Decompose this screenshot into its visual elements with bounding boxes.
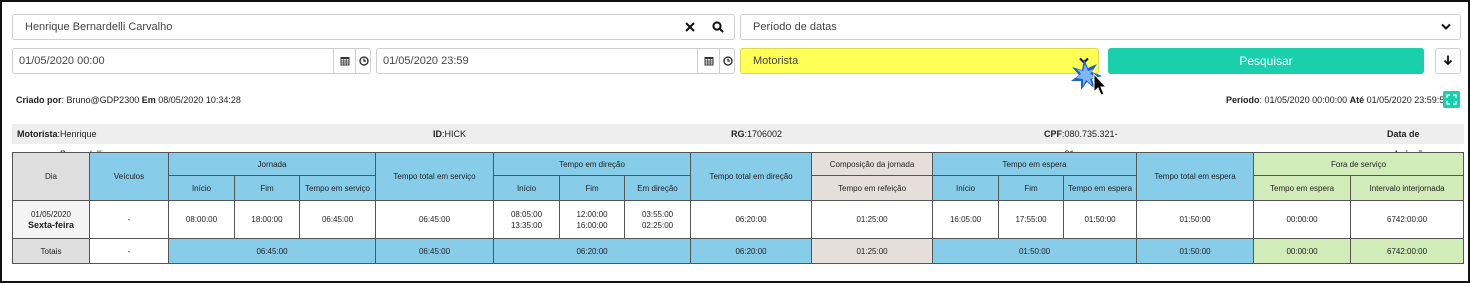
driver-info-bar: Motorista: Henrique Bernardelli Carvalho… <box>12 124 1464 179</box>
cell-day: 01/05/2020 Sexta-feira <box>12 200 90 239</box>
calendar-icon[interactable] <box>334 49 356 73</box>
role-select-value: Motorista <box>753 55 799 67</box>
created-info: Criado por: Bruno@GDP2300 Em 08/05/2020 … <box>16 95 241 105</box>
header-jornada-fim: Fim <box>234 175 300 201</box>
person-search-field[interactable]: Henrique Bernardelli Carvalho <box>12 14 735 40</box>
start-datetime-value: 01/05/2020 00:00 <box>19 55 105 67</box>
header-jornada-inicio: Início <box>168 175 235 201</box>
totals-total-servico: 06:45:00 <box>375 238 495 264</box>
arrow-down-icon <box>1443 55 1453 66</box>
header-espera-inicio: Início <box>932 175 1000 201</box>
totals-refeicao: 01:25:00 <box>811 238 934 264</box>
cell-fora-interjornada: 6742:00:00 <box>1350 200 1465 239</box>
search-icon[interactable] <box>707 15 729 39</box>
clear-icon[interactable] <box>679 15 701 39</box>
totals-veiculos: - <box>89 238 169 264</box>
totals-direcao: 06:20:00 <box>493 238 692 264</box>
fullscreen-button[interactable] <box>1443 91 1460 108</box>
header-espera-fim: Fim <box>998 175 1065 201</box>
period-info: Período: 01/05/2020 00:00:00 Até 01/05/2… <box>1226 95 1450 105</box>
totals-total-espera: 01:50:00 <box>1136 238 1255 264</box>
cell-total-servico: 06:45:00 <box>375 200 495 239</box>
header-fora-servico: Fora de serviço <box>1253 152 1465 176</box>
header-interjornada: Intervalo interjornada <box>1350 175 1465 201</box>
header-tempo-total-servico: Tempo total em serviço <box>375 152 495 201</box>
person-search-value: Henrique Bernardelli Carvalho <box>25 21 173 33</box>
cell-jornada-tempo: 06:45:00 <box>298 200 377 239</box>
header-composicao: Composição da jornada <box>811 152 934 176</box>
cell-direcao-inicio: 08:05:00 13:35:00 <box>493 200 561 239</box>
cell-direcao-fim: 12:00:00 16:00:00 <box>559 200 626 239</box>
totals-fora-interjornada: 6742:00:00 <box>1350 238 1465 264</box>
cell-espera-tempo: 01:50:00 <box>1063 200 1138 239</box>
chevron-down-icon <box>1435 15 1457 39</box>
header-tempo-direcao: Tempo em direção <box>493 152 692 176</box>
totals-row: Totais - 06:45:00 06:45:00 06:20:00 06:2… <box>12 238 1465 264</box>
expand-icon <box>1446 94 1457 105</box>
header-direcao-tempo: Em direção <box>624 175 692 201</box>
header-tempo-espera: Tempo em espera <box>932 152 1138 176</box>
search-button[interactable]: Pesquisar <box>1108 48 1424 74</box>
cell-espera-inicio: 16:05:00 <box>932 200 1000 239</box>
totals-total-direcao: 06:20:00 <box>690 238 813 264</box>
download-button[interactable] <box>1435 48 1461 74</box>
report-frame: Henrique Bernardelli Carvalho Período de… <box>0 0 1470 283</box>
header-tempo-total-espera: Tempo total em espera <box>1136 152 1255 201</box>
start-datetime-input[interactable]: 01/05/2020 00:00 <box>12 48 371 74</box>
cell-total-espera: 01:50:00 <box>1136 200 1255 239</box>
cell-direcao-tempo: 03:55:00 02:25:00 <box>624 200 692 239</box>
totals-label: Totais <box>12 238 90 264</box>
cell-veiculos: - <box>89 200 169 239</box>
clock-icon[interactable] <box>720 49 735 73</box>
driver-id: ID: HICK <box>433 129 467 139</box>
calendar-icon[interactable] <box>698 49 720 73</box>
header-espera-tempo: Tempo em espera <box>1063 175 1138 201</box>
header-veiculos: Veículos <box>89 152 169 201</box>
driver-cpf: CPF: 080.735.321-31 <box>1044 129 1118 159</box>
table-row: 01/05/2020 Sexta-feira - 08:00:00 18:00:… <box>12 200 1465 239</box>
driver-rg: RG: 1706002 <box>731 129 783 139</box>
totals-fora-espera: 00:00:00 <box>1253 238 1352 264</box>
journey-table: Dia Veículos Jornada Tempo total em serv… <box>12 152 1465 264</box>
header-fora-espera: Tempo em espera <box>1253 175 1352 201</box>
header-jornada-tempo: Tempo em serviço <box>298 175 377 201</box>
header-direcao-fim: Fim <box>559 175 626 201</box>
totals-espera: 01:50:00 <box>932 238 1138 264</box>
mouse-cursor-icon <box>1071 59 1108 96</box>
cell-total-direcao: 06:20:00 <box>690 200 813 239</box>
cell-jornada-fim: 18:00:00 <box>234 200 300 239</box>
cell-jornada-inicio: 08:00:00 <box>168 200 235 239</box>
header-jornada: Jornada <box>167 152 377 176</box>
driver-name: Motorista: Henrique Bernardelli Carvalho <box>17 129 103 179</box>
end-datetime-value: 01/05/2020 23:59 <box>383 55 469 67</box>
cell-espera-fim: 17:55:00 <box>998 200 1065 239</box>
header-tempo-total-direcao: Tempo total em direção <box>690 152 813 201</box>
clock-icon[interactable] <box>356 49 371 73</box>
period-select[interactable]: Período de datas <box>740 14 1461 40</box>
cell-refeicao: 01:25:00 <box>811 200 934 239</box>
header-dia: Dia <box>12 152 90 201</box>
cell-fora-espera: 00:00:00 <box>1253 200 1352 239</box>
header-direcao-inicio: Início <box>493 175 561 201</box>
end-datetime-input[interactable]: 01/05/2020 23:59 <box>376 48 735 74</box>
totals-jornada: 06:45:00 <box>167 238 377 264</box>
role-select[interactable]: Motorista <box>740 48 1099 74</box>
period-placeholder: Período de datas <box>753 21 837 33</box>
header-refeicao: Tempo em refeição <box>811 175 934 201</box>
